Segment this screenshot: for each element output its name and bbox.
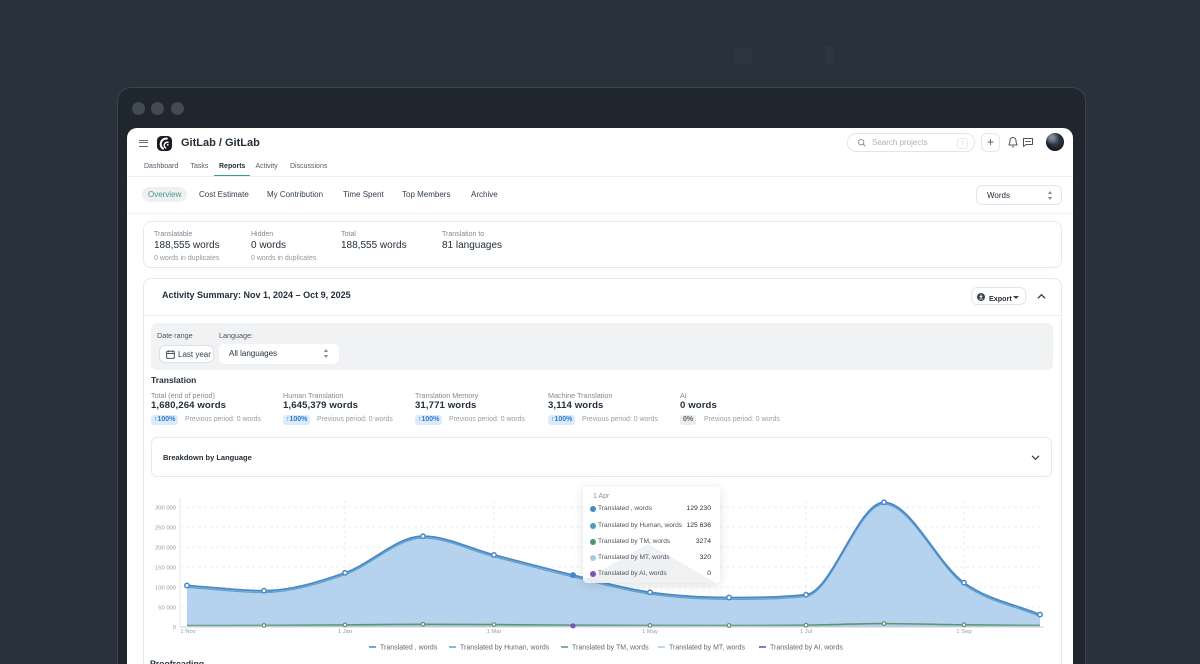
svg-text:Translated by AI, words: Translated by AI, words [770,645,843,652]
svg-text:1 Mar: 1 Mar [487,629,502,635]
svg-text:1 Jul: 1 Jul [800,629,812,635]
svg-text:250 000: 250 000 [155,526,176,532]
svg-text:Translated by Human, words: Translated by Human, words [460,645,550,652]
svg-text:0: 0 [173,625,176,631]
svg-text:1 Nov: 1 Nov [180,629,195,635]
svg-text:Translated by TM, words: Translated by TM, words [572,645,649,652]
svg-text:Translated by MT, words: Translated by MT, words [669,645,745,652]
svg-text:300 000: 300 000 [155,506,176,512]
svg-text:1 May: 1 May [642,629,658,635]
svg-text:100 000: 100 000 [155,586,176,592]
svg-text:Proofreading: Proofreading [150,659,204,664]
svg-text:50 000: 50 000 [158,606,176,612]
svg-text:1 Jan: 1 Jan [338,629,352,635]
svg-text:200 000: 200 000 [155,546,176,552]
svg-text:150 000: 150 000 [155,566,176,572]
svg-text:1 Sep: 1 Sep [956,629,971,635]
svg-text:Translated , words: Translated , words [380,645,438,652]
